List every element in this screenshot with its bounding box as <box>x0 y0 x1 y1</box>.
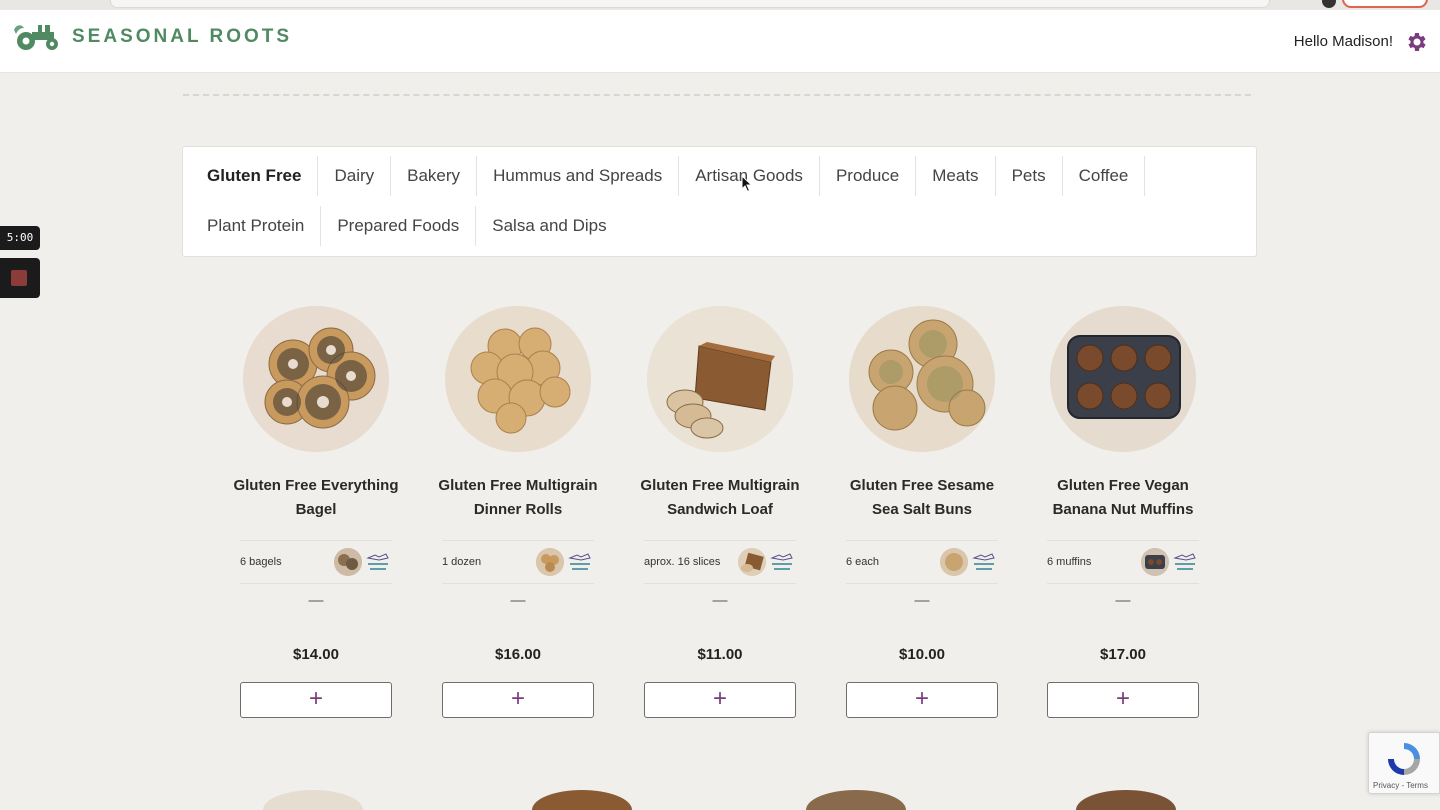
gluten-free-badge-icon <box>366 553 389 570</box>
product-quantity: 6 bagels <box>240 556 282 568</box>
add-to-cart-button[interactable]: + <box>1047 682 1199 718</box>
muffins-image-icon <box>1050 306 1196 452</box>
recaptcha-badge[interactable]: Privacy - Terms <box>1368 732 1440 794</box>
gear-icon[interactable] <box>1404 30 1428 54</box>
gluten-free-badge-icon <box>770 553 793 570</box>
product-card: Gluten Free Vegan Banana Nut Muffins 6 m… <box>1047 306 1199 718</box>
product-meta: 6 muffins <box>1047 540 1199 584</box>
product-price: $11.00 <box>697 646 743 663</box>
product-card: Gluten Free Multigrain Sandwich Loaf apr… <box>640 306 800 718</box>
stop-recording-button[interactable] <box>0 258 40 298</box>
tab-coffee[interactable]: Coffee <box>1063 156 1146 196</box>
tab-gluten-free[interactable]: Gluten Free <box>191 156 319 196</box>
product-price: $14.00 <box>293 646 339 663</box>
quantity-indicator: — <box>510 592 526 609</box>
product-thumbnail <box>536 548 564 576</box>
product-card: Gluten Free Everything Bagel 6 bagels — … <box>233 306 399 718</box>
recording-timer: 5:00 <box>0 226 40 250</box>
category-tabs: Gluten Free Dairy Bakery Hummus and Spre… <box>182 146 1257 257</box>
product-photo-peek[interactable] <box>263 790 363 810</box>
tab-bakery[interactable]: Bakery <box>391 156 478 196</box>
product-price: $17.00 <box>1100 646 1146 663</box>
product-thumbnail <box>738 548 766 576</box>
browser-toolbar <box>0 0 1440 10</box>
quantity-indicator: — <box>1115 592 1131 609</box>
site-header: SEASONAL ROOTS Hello Madison! <box>0 10 1440 73</box>
add-to-cart-button[interactable]: + <box>240 682 392 718</box>
product-price: $16.00 <box>495 646 541 663</box>
product-photo-peek[interactable] <box>1076 790 1176 810</box>
browser-action-button[interactable] <box>1342 0 1428 8</box>
user-greeting: Hello Madison! <box>1293 33 1393 50</box>
gluten-free-badge-icon <box>972 553 995 570</box>
product-thumbnail <box>1141 548 1169 576</box>
tab-produce[interactable]: Produce <box>820 156 917 196</box>
product-name[interactable]: Gluten Free Everything Bagel <box>232 462 400 534</box>
product-card: Gluten Free Multigrain Dinner Rolls 1 do… <box>438 306 598 718</box>
product-price: $10.00 <box>899 646 945 663</box>
tractor-logo-icon <box>14 25 58 50</box>
product-name[interactable]: Gluten Free Sesame Sea Salt Buns <box>838 462 1006 534</box>
section-divider <box>183 94 1251 96</box>
recaptcha-icon <box>1388 743 1420 775</box>
stop-icon <box>11 270 27 286</box>
address-bar[interactable] <box>110 0 1270 8</box>
tab-meats[interactable]: Meats <box>916 156 996 196</box>
category-row-2: Plant Protein Prepared Foods Salsa and D… <box>191 206 623 246</box>
product-card: Gluten Free Sesame Sea Salt Buns 6 each … <box>846 306 998 718</box>
product-photo-peek[interactable] <box>532 790 632 810</box>
gluten-free-badge-icon <box>1173 553 1196 570</box>
product-quantity: 6 muffins <box>1047 556 1092 568</box>
quantity-indicator: — <box>914 592 930 609</box>
rolls-image-icon <box>445 306 591 452</box>
buns-image-icon <box>849 306 995 452</box>
product-meta: aprox. 16 slices <box>644 540 796 584</box>
quantity-indicator: — <box>712 592 728 609</box>
product-photo-bagels[interactable] <box>243 306 389 452</box>
brand-logo[interactable]: SEASONAL ROOTS <box>12 22 292 52</box>
product-photo-sandwich-loaf[interactable] <box>647 306 793 452</box>
product-meta: 1 dozen <box>442 540 594 584</box>
brand-name: SEASONAL ROOTS <box>72 26 293 47</box>
product-quantity: 6 each <box>846 556 880 568</box>
recaptcha-terms[interactable]: Privacy - Terms <box>1373 781 1428 790</box>
category-row-1: Gluten Free Dairy Bakery Hummus and Spre… <box>191 156 1146 196</box>
product-photo-peek[interactable] <box>806 790 906 810</box>
tab-prepared-foods[interactable]: Prepared Foods <box>321 206 477 246</box>
tab-dairy[interactable]: Dairy <box>318 156 392 196</box>
profile-avatar[interactable] <box>1322 0 1336 8</box>
add-to-cart-button[interactable]: + <box>846 682 998 718</box>
tab-plant-protein[interactable]: Plant Protein <box>191 206 322 246</box>
product-photo-muffins[interactable] <box>1050 306 1196 452</box>
quantity-indicator: — <box>308 592 324 609</box>
bagel-image-icon <box>243 306 389 452</box>
product-quantity: 1 dozen <box>442 556 482 568</box>
product-name[interactable]: Gluten Free Multigrain Dinner Rolls <box>434 462 602 534</box>
add-to-cart-button[interactable]: + <box>442 682 594 718</box>
tab-pets[interactable]: Pets <box>996 156 1063 196</box>
product-photo-sesame-buns[interactable] <box>849 306 995 452</box>
product-meta: 6 bagels <box>240 540 392 584</box>
loaf-image-icon <box>647 306 793 452</box>
add-to-cart-button[interactable]: + <box>644 682 796 718</box>
product-meta: 6 each <box>846 540 998 584</box>
product-name[interactable]: Gluten Free Vegan Banana Nut Muffins <box>1039 462 1207 534</box>
tab-salsa-and-dips[interactable]: Salsa and Dips <box>476 206 622 246</box>
product-thumbnail <box>940 548 968 576</box>
product-quantity: aprox. 16 slices <box>644 556 721 568</box>
product-name[interactable]: Gluten Free Multigrain Sandwich Loaf <box>636 462 804 534</box>
tab-hummus-and-spreads[interactable]: Hummus and Spreads <box>477 156 680 196</box>
product-photo-dinner-rolls[interactable] <box>445 306 591 452</box>
mouse-cursor-icon <box>741 175 753 193</box>
gluten-free-badge-icon <box>568 553 591 570</box>
product-thumbnail <box>334 548 362 576</box>
